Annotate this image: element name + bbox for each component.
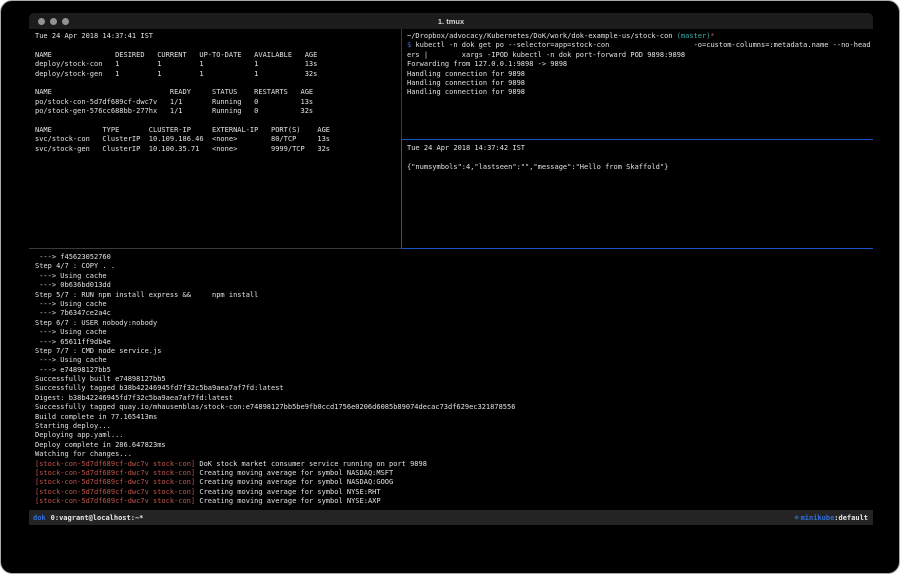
pane-curl-output[interactable]: Tue 24 Apr 2018 14:37:42 IST {"numsymbol…	[407, 144, 871, 244]
terminal-line: [stock-con-5d7df689cf-dwc7v stock-con] C…	[35, 469, 871, 478]
terminal-line: NAME TYPE CLUSTER-IP EXTERNAL-IP PORT(S)…	[35, 126, 399, 135]
pane-divider-vertical-bottom-active[interactable]	[401, 139, 402, 249]
terminal-line: po/stock-con-5d7df689cf-dwc7v 1/1 Runnin…	[35, 98, 399, 107]
pane-port-forward[interactable]: ~/Dropbox/advocacy/Kubernetes/DoK/work/d…	[407, 32, 871, 136]
terminal-line: Deploying app.yaml...	[35, 431, 871, 440]
terminal-line: Handling connection for 9898	[407, 88, 871, 97]
terminal-line: ---> Using cache	[35, 272, 871, 281]
terminal-line: Tue 24 Apr 2018 14:37:41 IST	[35, 32, 399, 41]
terminal-line: Successfully tagged b38b42246945fd7f32c5…	[35, 384, 871, 393]
terminal-line: ---> f45623052760	[35, 253, 871, 262]
pane-divider-horizontal-left[interactable]	[29, 248, 401, 249]
window-list-item[interactable]: 0:vagrant@localhost:~*	[51, 514, 144, 522]
terminal-line: Tue 24 Apr 2018 14:37:42 IST	[407, 144, 871, 153]
terminal-line: Step 7/7 : CMD node service.js	[35, 347, 871, 356]
terminal-line: Forwarding from 127.0.0.1:9898 -> 9898	[407, 60, 871, 69]
terminal-window: 1. tmux Tue 24 Apr 2018 14:37:41 IST NAM…	[0, 0, 900, 574]
terminal-line: NAME READY STATUS RESTARTS AGE	[35, 88, 399, 97]
terminal-line	[407, 153, 871, 162]
terminal-line: ---> e74898127bb5	[35, 366, 871, 375]
terminal-line: ers | xargs -IPOD kubectl -n dok port-fo…	[407, 51, 871, 60]
pane-divider-vertical-top[interactable]	[401, 29, 402, 139]
tmux-status-bar: dok 0:vagrant@localhost:~* ☸ minikube :d…	[29, 510, 873, 525]
terminal-line	[35, 117, 399, 126]
terminal-line: Handling connection for 9898	[407, 70, 871, 79]
terminal-line: ~/Dropbox/advocacy/Kubernetes/DoK/work/d…	[407, 32, 871, 41]
terminal-line: Step 5/7 : RUN npm install express && np…	[35, 291, 871, 300]
pane-divider-horizontal-right-bottom-active[interactable]	[401, 248, 873, 249]
terminal-line: deploy/stock-gen 1 1 1 1 32s	[35, 70, 399, 79]
terminal-line: Step 6/7 : USER nobody:nobody	[35, 319, 871, 328]
session-name[interactable]: dok	[33, 514, 46, 522]
pane-kubectl-watch[interactable]: Tue 24 Apr 2018 14:37:41 IST NAME DESIRE…	[35, 32, 399, 246]
window-titlebar[interactable]: 1. tmux	[29, 13, 873, 29]
terminal-line: [stock-con-5d7df689cf-dwc7v stock-con] C…	[35, 488, 871, 497]
kubernetes-helm-icon: ☸	[794, 514, 798, 522]
pane-divider-horizontal-right-active[interactable]	[402, 139, 873, 140]
terminal-line: Starting deploy...	[35, 422, 871, 431]
kube-namespace-label: :default	[834, 514, 868, 522]
terminal-line: ---> 0b636bd013dd	[35, 281, 871, 290]
terminal-line	[35, 79, 399, 88]
terminal-line: svc/stock-con ClusterIP 10.109.186.46 <n…	[35, 135, 399, 144]
terminal-line: NAME DESIRED CURRENT UP-TO-DATE AVAILABL…	[35, 51, 399, 60]
terminal-line: ---> 7b6347ce2a4c	[35, 309, 871, 318]
terminal-line: [stock-con-5d7df689cf-dwc7v stock-con] C…	[35, 497, 871, 506]
terminal-line: Deploy complete in 286.647823ms	[35, 441, 871, 450]
terminal-line: po/stock-gen-576cc688bb-277hx 1/1 Runnin…	[35, 107, 399, 116]
terminal-line: ---> Using cache	[35, 356, 871, 365]
status-right: ☸ minikube :default	[794, 514, 868, 522]
terminal-line: [stock-con-5d7df689cf-dwc7v stock-con] D…	[35, 460, 871, 469]
terminal-line: $ kubectl -n dok get po --selector=app=s…	[407, 41, 871, 50]
terminal-line: Watching for changes...	[35, 450, 871, 459]
terminal-line	[35, 41, 399, 50]
terminal-line: Digest: b38b42246945fd7f32c5ba9aea7af7fd…	[35, 394, 871, 403]
terminal-line: Step 4/7 : COPY . .	[35, 262, 871, 271]
terminal-line: Successfully tagged quay.io/mhausenblas/…	[35, 403, 871, 412]
kube-context-label: minikube	[801, 514, 835, 522]
terminal-line: Handling connection for 9898	[407, 79, 871, 88]
terminal-line: Build complete in 77.165413ms	[35, 413, 871, 422]
terminal-line: ---> 65611ff9db4e	[35, 338, 871, 347]
terminal-line: Successfully built e74898127bb5	[35, 375, 871, 384]
terminal-line: {"numsymbols":4,"lastseen":"","message":…	[407, 163, 871, 172]
terminal-line: ---> Using cache	[35, 300, 871, 309]
terminal-line: deploy/stock-con 1 1 1 1 13s	[35, 60, 399, 69]
terminal-line: ---> Using cache	[35, 328, 871, 337]
terminal-line: [stock-con-5d7df689cf-dwc7v stock-con] C…	[35, 478, 871, 487]
window-title: 1. tmux	[29, 17, 873, 26]
pane-skaffold-build[interactable]: ---> f45623052760Step 4/7 : COPY . . ---…	[35, 253, 871, 507]
terminal-line: svc/stock-gen ClusterIP 10.100.35.71 <no…	[35, 145, 399, 154]
